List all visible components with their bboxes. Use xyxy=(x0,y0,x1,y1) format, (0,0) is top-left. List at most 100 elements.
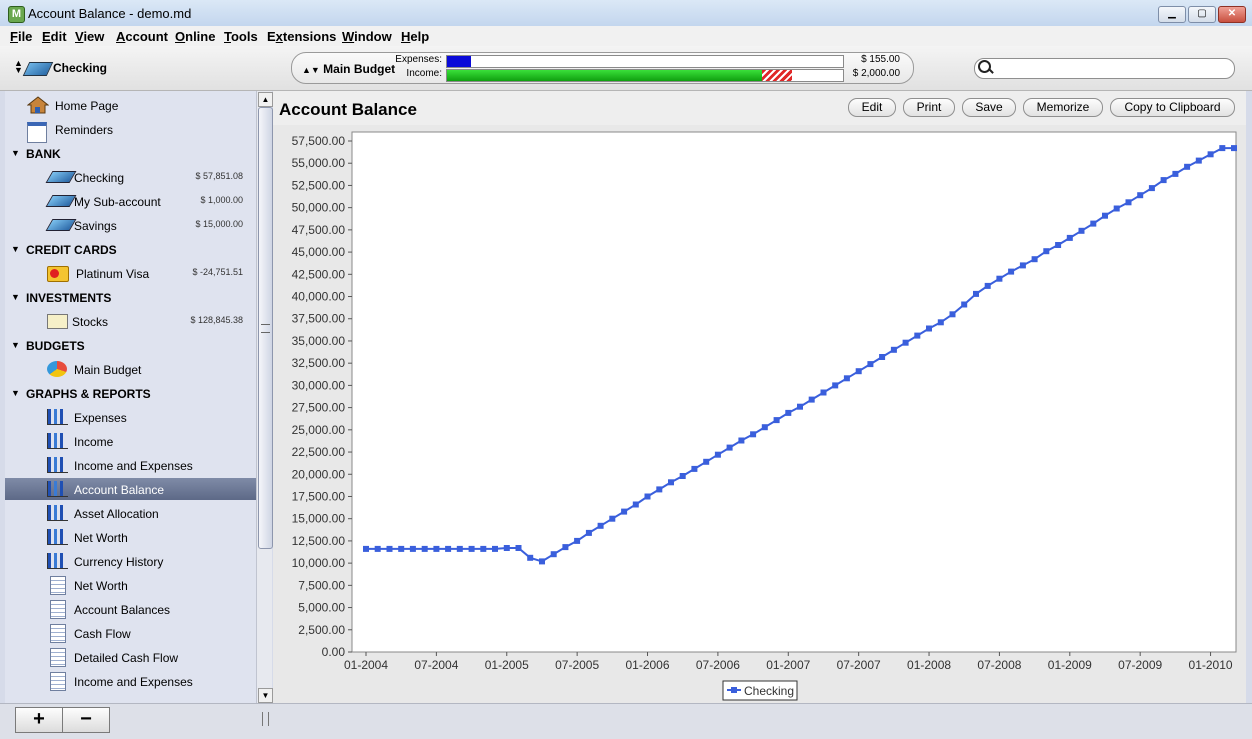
income-label: Income: xyxy=(406,68,442,79)
edit-button[interactable]: Edit xyxy=(848,98,896,117)
scroll-up-arrow[interactable]: ▲ xyxy=(258,92,273,107)
x-tick-label: 01-2008 xyxy=(907,658,951,672)
scroll-thumb[interactable] xyxy=(258,107,273,549)
sidebar-item-income-and-expenses[interactable]: Income and Expenses xyxy=(5,454,256,476)
y-tick-label: 7,500.00 xyxy=(298,578,345,592)
sidebar-item-label: Reminders xyxy=(55,123,114,137)
data-point xyxy=(797,403,803,410)
expenses-bar-fill xyxy=(447,56,471,67)
search-input[interactable] xyxy=(997,60,1229,77)
sidebar-item-detailed-cash-flow[interactable]: Detailed Cash Flow xyxy=(5,646,256,668)
data-point xyxy=(668,479,674,486)
data-point xyxy=(773,417,780,424)
data-point xyxy=(890,346,897,353)
splitter-handle[interactable] xyxy=(262,712,269,726)
sidebar-item-reminders[interactable]: Reminders xyxy=(5,119,256,143)
y-tick-label: 35,000.00 xyxy=(292,334,346,348)
sidebar-item-cash-flow[interactable]: Cash Flow xyxy=(5,622,256,644)
window-title: Account Balance - demo.md xyxy=(28,6,192,21)
minimize-button[interactable]: ▁ xyxy=(1158,6,1186,23)
y-tick-label: 20,000.00 xyxy=(292,467,346,481)
sidebar-item-home-page[interactable]: Home Page xyxy=(5,95,256,117)
sidebar-item-account-balance[interactable]: Account Balance xyxy=(5,478,256,500)
budget-name: Main Budget xyxy=(323,62,396,76)
disclosure-triangle-icon[interactable]: ▼ xyxy=(11,340,20,350)
sidebar-section-investments[interactable]: ▼ INVESTMENTS xyxy=(5,287,256,309)
disclosure-triangle-icon[interactable]: ▼ xyxy=(11,292,20,302)
data-point xyxy=(1219,145,1226,152)
sidebar-item-label: Income xyxy=(74,435,114,449)
menu-tools[interactable]: Tools xyxy=(224,29,258,44)
x-tick-label: 07-2005 xyxy=(555,658,599,672)
save-button[interactable]: Save xyxy=(962,98,1016,117)
sidebar-section-credit-cards[interactable]: ▼ CREDIT CARDS xyxy=(5,239,256,261)
maximize-button[interactable]: ▢ xyxy=(1188,6,1216,23)
sidebar-section-bank[interactable]: ▼ BANK xyxy=(5,143,256,165)
remove-button[interactable]: − xyxy=(62,707,110,733)
bank-account-icon xyxy=(45,171,77,183)
menu-edit[interactable]: Edit xyxy=(42,29,67,44)
close-button[interactable]: ✕ xyxy=(1218,6,1246,23)
add-button[interactable]: + xyxy=(15,707,63,733)
sidebar-item-my-sub-account[interactable]: My Sub-account $ 1,000.00 xyxy=(5,190,256,212)
disclosure-triangle-icon[interactable]: ▼ xyxy=(11,148,20,158)
window-titlebar: M Account Balance - demo.md ▁ ▢ ✕ xyxy=(0,0,1252,27)
sidebar-item-main-budget[interactable]: Main Budget xyxy=(5,358,256,380)
print-button[interactable]: Print xyxy=(903,98,955,117)
budget-bar[interactable]: ▲▼ Main Budget Expenses: Income: $ 155.0… xyxy=(291,52,914,84)
sidebar-item-savings[interactable]: Savings $ 15,000.00 xyxy=(5,214,256,236)
disclosure-triangle-icon[interactable]: ▼ xyxy=(11,388,20,398)
sidebar-section-graphs-reports[interactable]: ▼ GRAPHS & REPORTS xyxy=(5,383,256,405)
sidebar-item-expenses[interactable]: Expenses xyxy=(5,406,256,428)
search-field[interactable] xyxy=(974,58,1235,79)
sidebar-item-asset-allocation[interactable]: Asset Allocation xyxy=(5,502,256,524)
y-tick-label: 15,000.00 xyxy=(292,512,346,526)
sidebar-item-stocks[interactable]: Stocks $ 128,845.38 xyxy=(5,310,256,332)
sidebar-item-platinum-visa[interactable]: Platinum Visa $ -24,751.51 xyxy=(5,262,256,284)
sidebar-scrollbar[interactable]: ▲ ▼ xyxy=(256,91,273,703)
graph-icon xyxy=(47,433,68,449)
menu-window[interactable]: Window xyxy=(342,29,392,44)
menu-view[interactable]: View xyxy=(75,29,104,44)
data-point xyxy=(1055,242,1062,248)
graph-icon xyxy=(47,457,68,473)
memorize-button[interactable]: Memorize xyxy=(1023,98,1103,117)
legend-swatch-marker xyxy=(731,687,737,693)
sidebar-item-account-balances[interactable]: Account Balances xyxy=(5,598,256,620)
data-point xyxy=(820,389,827,396)
menu-account[interactable]: Account xyxy=(116,29,168,44)
sidebar-item-checking[interactable]: Checking $ 57,851.08 xyxy=(5,166,256,188)
scroll-down-arrow[interactable]: ▼ xyxy=(258,688,273,703)
menu-extensions[interactable]: Extensions xyxy=(267,29,336,44)
data-point xyxy=(433,545,440,552)
sidebar-item-income[interactable]: Income xyxy=(5,430,256,452)
sidebar-item-currency-history[interactable]: Currency History xyxy=(5,550,256,572)
data-point xyxy=(1090,220,1097,227)
budget-selector[interactable]: ▲▼ Main Budget xyxy=(302,62,395,76)
data-point xyxy=(867,361,874,368)
data-point xyxy=(855,368,862,375)
sidebar-item-label: Net Worth xyxy=(74,579,128,593)
data-point xyxy=(1231,145,1237,152)
account-balance-amount: $ 1,000.00 xyxy=(200,195,243,205)
sidebar-item-net-worth[interactable]: Net Worth xyxy=(5,526,256,548)
y-tick-label: 30,000.00 xyxy=(292,378,346,392)
sidebar-item-net-worth[interactable]: Net Worth xyxy=(5,574,256,596)
data-point xyxy=(1184,163,1191,170)
expenses-label: Expenses: xyxy=(395,54,442,65)
data-point xyxy=(879,354,886,360)
y-tick-label: 2,500.00 xyxy=(298,623,345,637)
sidebar-section-budgets[interactable]: ▼ BUDGETS xyxy=(5,335,256,357)
copy-to-clipboard-button[interactable]: Copy to Clipboard xyxy=(1110,98,1235,117)
data-point xyxy=(926,325,932,332)
x-tick-label: 07-2004 xyxy=(414,658,458,672)
sidebar-item-income-and-expenses[interactable]: Income and Expenses xyxy=(5,670,256,692)
menu-file[interactable]: File xyxy=(10,29,32,44)
menu-help[interactable]: Help xyxy=(401,29,429,44)
graph-icon xyxy=(47,409,68,425)
income-bar xyxy=(446,69,844,82)
menu-online[interactable]: Online xyxy=(175,29,215,44)
y-tick-label: 10,000.00 xyxy=(292,556,346,570)
data-point xyxy=(656,486,663,493)
disclosure-triangle-icon[interactable]: ▼ xyxy=(11,244,20,254)
